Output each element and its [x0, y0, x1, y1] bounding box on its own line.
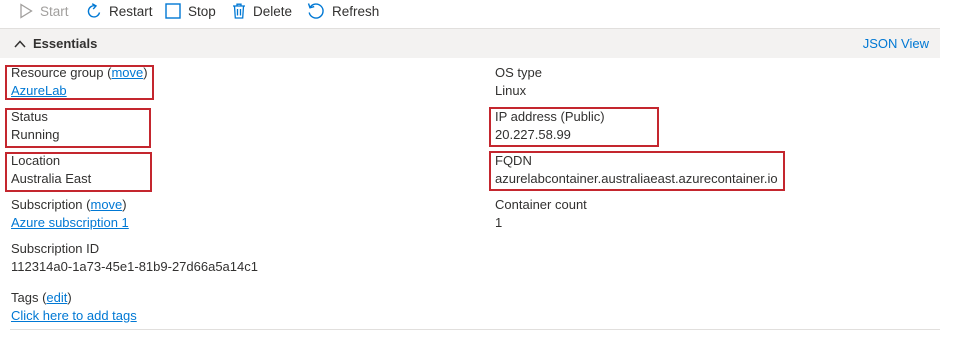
subscription-value-link[interactable]: Azure subscription 1: [11, 215, 129, 230]
container-count-label: Container count: [495, 197, 587, 212]
start-label: Start: [40, 3, 69, 19]
restart-button[interactable]: Restart: [86, 0, 153, 22]
os-type-property: OS type Linux: [495, 64, 542, 100]
essentials-title: Essentials: [33, 36, 98, 51]
refresh-button[interactable]: Refresh: [307, 0, 379, 22]
trash-icon: [233, 3, 245, 19]
subscription-id-value: 112314a0-1a73-45e1-81b9-27d66a5a14c1: [11, 259, 258, 274]
essentials-toggle[interactable]: Essentials: [14, 29, 97, 58]
tags-property: Tags (edit) Click here to add tags: [11, 289, 137, 325]
stop-label: Stop: [188, 3, 216, 19]
location-highlight-box: [5, 152, 152, 192]
container-count-value: 1: [495, 215, 503, 230]
subscription-label: Subscription (move): [11, 197, 127, 212]
stop-button[interactable]: Stop: [165, 0, 216, 22]
fqdn-highlight-box: [489, 151, 785, 191]
resource-group-highlight-box: [5, 65, 154, 100]
start-button[interactable]: Start: [19, 0, 69, 22]
os-type-label: OS type: [495, 65, 542, 80]
ip-address-highlight-box: [489, 107, 659, 147]
subscription-id-label: Subscription ID: [11, 241, 100, 256]
bottom-divider: [10, 329, 940, 330]
delete-button[interactable]: Delete: [232, 0, 292, 22]
delete-label: Delete: [253, 3, 293, 19]
tags-label: Tags (edit): [11, 290, 72, 305]
refresh-icon: [307, 3, 324, 19]
restart-icon: [87, 3, 101, 18]
stop-icon: [165, 3, 181, 19]
subscription-move-link[interactable]: move: [90, 197, 122, 212]
json-view-link[interactable]: JSON View: [863, 29, 929, 58]
play-icon: [20, 3, 33, 19]
restart-label: Restart: [109, 3, 153, 19]
command-bar: Start Restart Stop Delete Refresh: [0, 0, 959, 22]
add-tags-link[interactable]: Click here to add tags: [11, 308, 137, 323]
essentials-header: Essentials JSON View: [0, 28, 940, 58]
chevron-up-icon: [14, 39, 26, 48]
tags-edit-link[interactable]: edit: [46, 290, 67, 305]
status-highlight-box: [5, 108, 151, 148]
subscription-property: Subscription (move) Azure subscription 1: [11, 196, 129, 232]
subscription-id-property: Subscription ID 112314a0-1a73-45e1-81b9-…: [11, 240, 258, 276]
refresh-label: Refresh: [332, 3, 380, 19]
container-count-property: Container count 1: [495, 196, 587, 232]
os-type-value: Linux: [495, 83, 527, 98]
